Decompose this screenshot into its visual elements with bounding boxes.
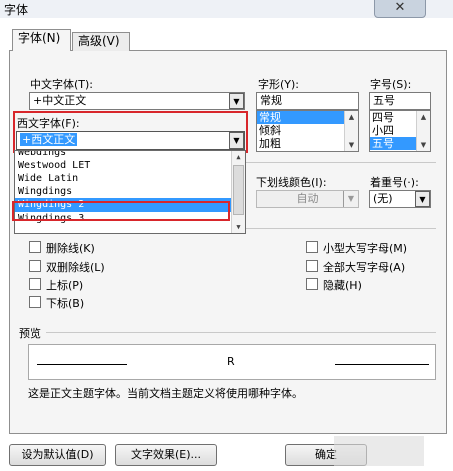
checkbox-box[interactable]	[29, 241, 41, 253]
underline-color-value: 自动	[296, 192, 319, 205]
set-default-button[interactable]: 设为默认值(D)	[9, 444, 106, 466]
scroll-down-icon[interactable]: ▼	[417, 139, 430, 151]
scroll-up-icon[interactable]: ▲	[417, 111, 430, 123]
western-font-value: +西文正文	[20, 133, 78, 146]
watermark-overlay	[334, 436, 424, 466]
style-input[interactable]: 常规	[256, 92, 359, 110]
checkbox-box[interactable]	[306, 260, 318, 272]
list-item[interactable]: Westwood LET	[15, 159, 245, 172]
list-item[interactable]: 常规	[257, 111, 358, 124]
superscript-checkbox[interactable]: 上标(P)	[29, 277, 179, 292]
chinese-font-select[interactable]: +中文正文 ▼	[29, 92, 245, 110]
window-title: 字体	[4, 3, 29, 17]
size-input[interactable]: 五号	[369, 92, 431, 110]
list-item[interactable]: Webdings	[15, 151, 245, 159]
subscript-checkbox[interactable]: 下标(B)	[29, 295, 179, 310]
chinese-font-value: +中文正文	[33, 94, 87, 107]
scroll-up-icon[interactable]: ▲	[345, 111, 358, 123]
size-scrollbar[interactable]: ▲ ▼	[416, 111, 430, 151]
western-font-select[interactable]: +西文正文 ▼	[16, 131, 245, 150]
underline-color-label: 下划线颜色(I):	[256, 176, 327, 189]
style-value: 常规	[260, 94, 282, 107]
checkbox-label: 上标(P)	[46, 279, 84, 292]
checkbox-label: 隐藏(H)	[323, 279, 362, 292]
hidden-checkbox[interactable]: 隐藏(H)	[306, 277, 436, 292]
checkbox-box[interactable]	[306, 278, 318, 290]
western-font-label: 西文字体(F):	[17, 117, 80, 130]
close-icon: ✕	[394, 0, 406, 15]
checkbox-box[interactable]	[29, 260, 41, 272]
emphasis-label: 着重号(·):	[370, 176, 419, 189]
preview-baseline	[37, 364, 127, 365]
chevron-down-icon[interactable]: ▼	[415, 191, 430, 207]
style-list[interactable]: 常规 倾斜 加粗 ▲ ▼	[256, 110, 359, 152]
style-label: 字形(Y):	[258, 78, 300, 91]
preview-baseline	[335, 364, 429, 365]
emphasis-select[interactable]: (无) ▼	[369, 190, 431, 208]
underline-color-select[interactable]: 自动 ▼	[256, 190, 359, 208]
scroll-thumb[interactable]	[233, 165, 244, 215]
tab-font[interactable]: 字体(N)	[12, 29, 71, 51]
scroll-down-icon[interactable]: ▼	[345, 139, 358, 151]
checkbox-label: 小型大写字母(M)	[323, 242, 408, 255]
all-caps-checkbox[interactable]: 全部大写字母(A)	[306, 259, 436, 274]
preview-box: R	[28, 344, 436, 380]
checkbox-box[interactable]	[29, 296, 41, 308]
size-list[interactable]: 四号 小四 五号 ▲ ▼	[369, 110, 431, 152]
emphasis-value: (无)	[373, 192, 393, 205]
tab-advanced[interactable]: 高级(V)	[72, 32, 130, 51]
scroll-up-icon[interactable]: ▲	[232, 151, 245, 163]
checkbox-label: 删除线(K)	[46, 242, 95, 255]
chevron-down-icon[interactable]: ▼	[229, 132, 244, 149]
small-caps-checkbox[interactable]: 小型大写字母(M)	[306, 240, 436, 255]
section-divider	[46, 332, 436, 333]
western-font-dropdown-list[interactable]: Webdings Westwood LET Wide Latin Wingdin…	[14, 150, 246, 234]
section-divider	[246, 162, 436, 163]
checkbox-box[interactable]	[29, 278, 41, 290]
wingdings2-highlight	[12, 201, 230, 221]
preview-sample: R	[227, 355, 235, 368]
chevron-down-icon[interactable]: ▼	[343, 191, 358, 207]
checkbox-box[interactable]	[306, 241, 318, 253]
checkbox-label: 双删除线(L)	[46, 261, 105, 274]
scroll-down-icon[interactable]: ▼	[232, 221, 245, 233]
checkbox-label: 全部大写字母(A)	[323, 261, 406, 274]
preview-label: 预览	[19, 327, 41, 340]
list-item[interactable]: Wide Latin	[15, 172, 245, 185]
double-strikethrough-checkbox[interactable]: 双删除线(L)	[29, 259, 179, 274]
size-label: 字号(S):	[370, 78, 412, 91]
list-item[interactable]: Wingdings	[15, 185, 245, 198]
text-effects-button[interactable]: 文字效果(E)...	[115, 444, 217, 466]
preview-note: 这是正文主题字体。当前文档主题定义将使用哪种字体。	[28, 387, 303, 400]
section-divider	[246, 228, 436, 229]
style-scrollbar[interactable]: ▲ ▼	[344, 111, 358, 151]
chevron-down-icon[interactable]: ▼	[229, 93, 244, 109]
checkbox-label: 下标(B)	[46, 297, 85, 310]
list-item[interactable]: 倾斜	[257, 124, 358, 137]
strikethrough-checkbox[interactable]: 删除线(K)	[29, 240, 179, 255]
font-list-scrollbar[interactable]: ▲ ▼	[231, 151, 245, 233]
list-item[interactable]: 加粗	[257, 137, 358, 150]
size-value: 五号	[373, 94, 395, 107]
close-button[interactable]: ✕	[374, 0, 426, 18]
chinese-font-label: 中文字体(T):	[30, 78, 94, 91]
